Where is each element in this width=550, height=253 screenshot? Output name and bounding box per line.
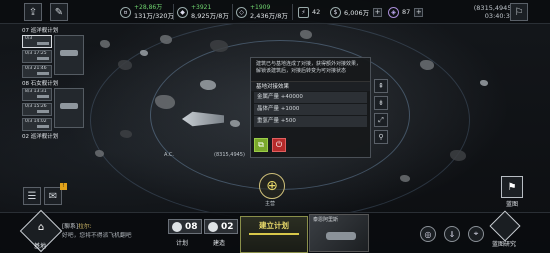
- fleet-flagship-card[interactable]: [54, 88, 84, 128]
- expand-icon[interactable]: ⤢: [374, 113, 388, 127]
- notice-badge: !: [60, 183, 67, 190]
- task-icon[interactable]: ✎: [50, 3, 68, 21]
- build-plan-label: 建立计划: [259, 221, 289, 230]
- mark-label: 主营: [265, 201, 276, 207]
- confirm-dock-button[interactable]: ⧉: [254, 138, 268, 152]
- fleet-card[interactable]: 0/3 17:25: [22, 50, 52, 63]
- asteroid: [230, 120, 240, 127]
- fleet-group-header[interactable]: 07 巡洋舰计划: [22, 27, 84, 35]
- fleet-card[interactable]: 8/3 13:31: [22, 88, 52, 101]
- build-plan-button[interactable]: 建立计划: [240, 216, 308, 253]
- fleet-card[interactable]: 0/3 21:46: [22, 65, 52, 78]
- gem-indicator[interactable]: ◈ 87 +: [388, 3, 424, 21]
- add-gem-button[interactable]: +: [414, 7, 424, 17]
- log-icon[interactable]: ☰: [23, 187, 41, 205]
- asteroid: [95, 150, 104, 157]
- cancel-dock-button[interactable]: ⏻: [272, 138, 286, 152]
- asteroid: [300, 30, 312, 39]
- target-icon[interactable]: ◎: [420, 226, 436, 242]
- mark-button[interactable]: ⊕: [259, 173, 285, 199]
- plan-icon: [172, 221, 182, 232]
- fleet-card[interactable]: 0/3 14:02: [22, 118, 52, 131]
- fleet-group-header[interactable]: 02 巡洋舰计划: [22, 133, 84, 141]
- thumb-label: 泰恩阿里斯: [313, 217, 339, 223]
- base-icon: ⌂: [37, 222, 45, 233]
- effect-row: 晶体产量 +1000: [254, 104, 367, 115]
- asteroid: [120, 130, 132, 138]
- effect-row: 重氢产量 +500: [254, 116, 367, 127]
- asteroid: [160, 35, 172, 44]
- research-label: 蓝图研究: [492, 241, 517, 248]
- popup-title: 基地对接效果: [251, 81, 370, 91]
- chat-preview[interactable]: [聊系]拉尔: 好吧，您将不得派飞机翻吧: [62, 223, 162, 241]
- chat-message: 好吧，您将不得派飞机翻吧: [62, 233, 132, 239]
- asteroid: [155, 95, 175, 109]
- base-label: 基地: [34, 243, 47, 250]
- power-indicator: ⚡ 42: [298, 3, 320, 21]
- effect-row: 金属产量 +40000: [254, 92, 367, 103]
- asteroid: [480, 80, 488, 86]
- coord-label: (8315,4945): [214, 152, 245, 158]
- flagship-label: 蓝图: [506, 201, 519, 208]
- fleet-label: A.C.: [164, 152, 175, 158]
- popup-description: 建筑已与基地连成了对接，获得额外对接效果，解锁该建筑后，对接后转变为可对接状态: [256, 61, 362, 74]
- ship-thumbnail[interactable]: 泰恩阿里斯: [309, 214, 369, 252]
- resource-credit: ¤ +28,86万 131万/320万: [120, 3, 174, 21]
- chat-name: 拉尔:: [78, 224, 92, 230]
- fleet-panel: 07 巡洋舰计划 0/3 0/3 17:25 0/3 21:46 08 石女舰计…: [22, 27, 84, 159]
- asteroid: [118, 60, 132, 70]
- asteroid: [210, 40, 228, 52]
- asteroid: [200, 80, 216, 90]
- asteroid: [100, 40, 110, 48]
- asteroid: [450, 150, 466, 161]
- plan-label: 计划: [176, 240, 189, 247]
- move-up-icon[interactable]: ⇞: [374, 79, 388, 93]
- dock-effect-popup: 建筑已与基地连成了对接，获得额外对接效果，解锁该建筑后，对接后转变为可对接状态 …: [250, 57, 371, 158]
- add-currency-button[interactable]: +: [373, 7, 383, 17]
- metal-icon: ◆: [177, 6, 188, 18]
- fleet-flagship-card[interactable]: [54, 35, 84, 75]
- resource-metal: ◆ +3921 8,925万/8万: [177, 3, 229, 21]
- top-bar: ⇪ ✎ ¤ +28,86万 131万/320万 ◆ +3921 8,925万/8万 …: [0, 0, 550, 24]
- nav-icon[interactable]: ⌖: [468, 226, 484, 242]
- currency-indicator[interactable]: $ 6,006万 +: [330, 3, 383, 21]
- crystal-icon: ◇: [236, 6, 247, 18]
- asteroid: [140, 50, 148, 56]
- ship-icon: [326, 232, 356, 240]
- build-label: 建造: [213, 240, 226, 247]
- asteroid: [400, 175, 410, 182]
- pin-icon[interactable]: ⚲: [374, 130, 388, 144]
- chat-tag: [聊系]: [62, 224, 79, 230]
- fleet-card[interactable]: 0/3: [22, 35, 52, 48]
- bookmark-icon[interactable]: ⚐: [510, 3, 528, 21]
- resource-crystal: ◇ +1909 2,436万/8万: [236, 3, 288, 21]
- move-down-icon[interactable]: ⇟: [374, 96, 388, 110]
- plan-counter[interactable]: 08: [168, 219, 202, 234]
- build-icon: [208, 221, 218, 232]
- flagship-icon[interactable]: ⚑: [501, 176, 523, 198]
- down-arrow-icon[interactable]: ⇓: [444, 226, 460, 242]
- gem-icon: ◈: [388, 6, 399, 18]
- power-icon: ⚡: [298, 6, 309, 18]
- fleet-card[interactable]: 0/3 15:26: [22, 103, 52, 116]
- currency-icon: $: [330, 6, 341, 18]
- build-counter[interactable]: 02: [204, 219, 238, 234]
- upgrade-icon[interactable]: ⇪: [24, 3, 42, 21]
- popup-side-actions: ⇞ ⇟ ⤢ ⚲: [374, 79, 388, 144]
- credit-icon: ¤: [120, 6, 131, 18]
- asteroid: [420, 60, 434, 70]
- build-progress: [249, 233, 299, 235]
- fleet-group-header[interactable]: 08 石女舰计划: [22, 80, 84, 88]
- map-coords: (8315,4945) 03:40:35: [473, 4, 514, 20]
